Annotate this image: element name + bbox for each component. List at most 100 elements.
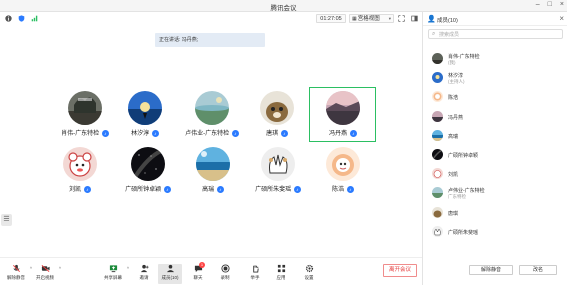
members-panel-header: 👤 成员(10) × — [423, 12, 567, 26]
speaking-indicator: 正在讲话: 冯丹燕; — [155, 33, 265, 47]
members-icon — [166, 264, 174, 273]
info-icon[interactable] — [5, 15, 12, 22]
meeting-timer: 01:27:05 — [316, 14, 346, 23]
members-panel-title: 成员(10) — [437, 18, 458, 24]
avatar — [128, 91, 162, 125]
minimize-icon[interactable]: – — [536, 1, 540, 8]
settings-button[interactable]: 设置 — [297, 264, 321, 284]
list-item[interactable]: 林汐淳 (主持人) — [423, 69, 567, 88]
participant-tile[interactable]: 卢伟业-广东特检 ♪ — [182, 88, 242, 142]
expand-panel-icon[interactable]: ☰ — [1, 214, 12, 226]
unmute-button[interactable]: 解除静音 ^ — [4, 264, 32, 284]
view-mode-select[interactable]: ▦宫格视图 ▾ — [349, 14, 394, 23]
avatar — [260, 91, 294, 125]
microphone-icon: ♪ — [101, 130, 109, 137]
layout-icon[interactable] — [411, 15, 418, 22]
rename-button[interactable]: 改名 — [519, 265, 557, 275]
participant-name: 刘凯 ♪ — [44, 184, 116, 193]
avatar — [196, 147, 230, 181]
members-panel: 👤 成员(10) × ⌕ 肖伟-广东特检 (我) 林汐淳 (主持人) 陈浩 冯丹… — [422, 12, 567, 285]
unmute-all-button[interactable]: 解除静音 — [469, 265, 513, 275]
chevron-up-icon[interactable]: ^ — [127, 266, 129, 271]
avatar — [432, 187, 443, 199]
participant-tile[interactable]: 刘凯 ♪ — [50, 144, 110, 198]
participant-name: 广硕所朱斐瑶 ♪ — [242, 184, 314, 193]
camera-off-icon — [41, 265, 50, 272]
members-icon: 👤 — [427, 16, 436, 23]
avatar — [432, 110, 443, 122]
avatar — [131, 147, 165, 181]
participant-name: 林汐淳 ♪ — [109, 128, 181, 137]
meeting-toolbar: 01:27:05 ▦宫格视图 ▾ — [0, 12, 422, 26]
avatar — [432, 168, 443, 180]
avatar — [261, 147, 295, 181]
members-button[interactable]: 成员(10) — [158, 264, 182, 284]
avatar — [195, 91, 229, 125]
close-icon[interactable]: × — [560, 1, 564, 8]
participant-tile-active[interactable]: 冯丹燕 ♪ — [313, 88, 373, 142]
microphone-icon: ♪ — [346, 186, 354, 193]
microphone-icon: ♪ — [231, 130, 239, 137]
chevron-up-icon[interactable]: ^ — [30, 266, 32, 271]
avatar — [432, 72, 443, 84]
list-item[interactable]: 高瑞 — [423, 127, 567, 146]
participant-tile[interactable]: 高瑞 ♪ — [183, 144, 243, 198]
microphone-icon: ♪ — [151, 130, 159, 137]
avatar — [432, 91, 443, 103]
invite-button[interactable]: 邀请 — [132, 264, 156, 284]
avatar — [326, 91, 360, 125]
participant-tile[interactable]: 广硕所朱斐瑶 ♪ — [248, 144, 308, 198]
avatar — [432, 148, 443, 160]
share-screen-button[interactable]: 共享屏幕 ^ — [101, 264, 129, 284]
avatar — [432, 53, 443, 64]
member-search-input[interactable] — [439, 31, 559, 38]
record-icon — [220, 264, 230, 273]
apps-button[interactable]: 应用 — [269, 264, 293, 284]
member-list: 肖伟-广东特检 (我) 林汐淳 (主持人) 陈浩 冯丹燕 高瑞 广硕所钟卓颖 刘… — [423, 50, 567, 242]
record-button[interactable]: 录制 — [213, 264, 237, 284]
list-item[interactable]: 肖伟-广东特检 (我) — [423, 50, 567, 69]
view-mode-label: 宫格视图 — [357, 16, 380, 22]
microphone-muted-icon — [12, 264, 20, 272]
list-item[interactable]: 广硕所朱斐瑶 — [423, 223, 567, 242]
microphone-icon: ♪ — [216, 186, 224, 193]
apps-grid-icon — [277, 264, 285, 273]
list-item[interactable]: 卢伟业-广东特检 广东特检 — [423, 184, 567, 203]
raise-hand-button[interactable]: 举手 — [243, 264, 267, 284]
fullscreen-icon[interactable] — [398, 15, 405, 22]
search-icon: ⌕ — [432, 31, 436, 37]
avatar — [326, 147, 360, 181]
participant-tile[interactable]: 广硕所钟卓颖 ♪ — [118, 144, 178, 198]
participant-tile[interactable]: 肖伟-广东特检 ♪ — [55, 88, 115, 142]
participant-tile[interactable]: 陈浩 ♪ — [313, 144, 373, 198]
start-video-button[interactable]: 开启视频 ^ — [33, 264, 61, 284]
participant-name: 陈浩 ♪ — [307, 184, 379, 193]
chevron-down-icon: ▾ — [388, 16, 391, 21]
list-item[interactable]: 唐琪 — [423, 204, 567, 223]
bottom-toolbar: 解除静音 ^ 开启视频 ^ 共享屏幕 ^ 邀请 成员(10) 1 聊天 录制 举… — [0, 257, 422, 285]
avatar — [432, 129, 443, 141]
list-item[interactable]: 陈浩 — [423, 88, 567, 107]
participant-tile[interactable]: 唐琪 ♪ — [247, 88, 307, 142]
list-item[interactable]: 刘凯 — [423, 165, 567, 184]
window-title: 腾讯会议 — [270, 5, 297, 12]
avatar — [63, 147, 97, 181]
participant-name: 高瑞 ♪ — [177, 184, 249, 193]
chevron-up-icon[interactable]: ^ — [59, 266, 61, 271]
hand-icon — [252, 265, 259, 273]
chat-button[interactable]: 1 聊天 — [186, 262, 210, 284]
share-screen-icon — [109, 265, 117, 273]
list-item[interactable]: 冯丹燕 — [423, 108, 567, 127]
microphone-icon: ♪ — [293, 186, 301, 193]
list-item[interactable]: 广硕所钟卓颖 — [423, 146, 567, 165]
participant-tile[interactable]: 林汐淳 ♪ — [115, 88, 175, 142]
window-titlebar: 腾讯会议 – □ × — [0, 0, 567, 12]
maximize-icon[interactable]: □ — [548, 1, 552, 8]
leave-meeting-button[interactable]: 离开会议 — [383, 264, 417, 277]
member-search[interactable]: ⌕ — [428, 29, 563, 39]
shield-icon[interactable] — [18, 15, 25, 22]
grid-view-icon: ▦ — [352, 16, 357, 22]
microphone-icon: ♪ — [349, 130, 357, 137]
microphone-icon: ♪ — [83, 186, 91, 193]
close-icon[interactable]: × — [559, 14, 564, 23]
